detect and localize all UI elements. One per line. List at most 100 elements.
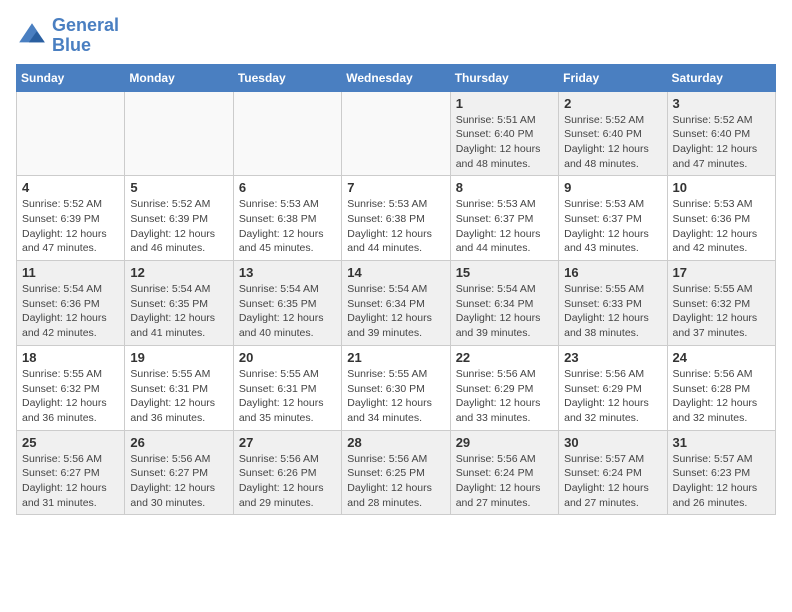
day-info: Sunrise: 5:55 AM Sunset: 6:30 PM Dayligh… bbox=[347, 367, 444, 426]
day-number: 10 bbox=[673, 180, 770, 195]
calendar-cell bbox=[233, 91, 341, 176]
weekday-header-cell: Monday bbox=[125, 64, 233, 91]
day-number: 8 bbox=[456, 180, 553, 195]
day-number: 16 bbox=[564, 265, 661, 280]
calendar-cell bbox=[17, 91, 125, 176]
day-info: Sunrise: 5:54 AM Sunset: 6:34 PM Dayligh… bbox=[456, 282, 553, 341]
day-number: 13 bbox=[239, 265, 336, 280]
day-number: 22 bbox=[456, 350, 553, 365]
day-info: Sunrise: 5:53 AM Sunset: 6:38 PM Dayligh… bbox=[239, 197, 336, 256]
day-number: 30 bbox=[564, 435, 661, 450]
day-number: 4 bbox=[22, 180, 119, 195]
logo: General Blue bbox=[16, 16, 119, 56]
calendar-cell: 29 Sunrise: 5:56 AM Sunset: 6:24 PM Dayli… bbox=[450, 430, 558, 515]
day-info: Sunrise: 5:57 AM Sunset: 6:24 PM Dayligh… bbox=[564, 452, 661, 511]
calendar-cell: 14 Sunrise: 5:54 AM Sunset: 6:34 PM Dayli… bbox=[342, 261, 450, 346]
calendar-cell: 3 Sunrise: 5:52 AM Sunset: 6:40 PM Daylig… bbox=[667, 91, 775, 176]
logo-icon bbox=[16, 20, 48, 52]
day-number: 21 bbox=[347, 350, 444, 365]
calendar-cell: 12 Sunrise: 5:54 AM Sunset: 6:35 PM Dayli… bbox=[125, 261, 233, 346]
day-info: Sunrise: 5:54 AM Sunset: 6:35 PM Dayligh… bbox=[130, 282, 227, 341]
day-number: 17 bbox=[673, 265, 770, 280]
day-number: 25 bbox=[22, 435, 119, 450]
calendar-cell: 30 Sunrise: 5:57 AM Sunset: 6:24 PM Dayli… bbox=[559, 430, 667, 515]
calendar-week-row: 4 Sunrise: 5:52 AM Sunset: 6:39 PM Daylig… bbox=[17, 176, 776, 261]
day-info: Sunrise: 5:51 AM Sunset: 6:40 PM Dayligh… bbox=[456, 113, 553, 172]
calendar-cell: 4 Sunrise: 5:52 AM Sunset: 6:39 PM Daylig… bbox=[17, 176, 125, 261]
calendar-cell: 11 Sunrise: 5:54 AM Sunset: 6:36 PM Dayli… bbox=[17, 261, 125, 346]
calendar-cell: 20 Sunrise: 5:55 AM Sunset: 6:31 PM Dayli… bbox=[233, 345, 341, 430]
weekday-header-cell: Thursday bbox=[450, 64, 558, 91]
day-info: Sunrise: 5:55 AM Sunset: 6:32 PM Dayligh… bbox=[22, 367, 119, 426]
calendar-cell: 17 Sunrise: 5:55 AM Sunset: 6:32 PM Dayli… bbox=[667, 261, 775, 346]
day-number: 24 bbox=[673, 350, 770, 365]
day-number: 5 bbox=[130, 180, 227, 195]
day-info: Sunrise: 5:53 AM Sunset: 6:38 PM Dayligh… bbox=[347, 197, 444, 256]
day-number: 26 bbox=[130, 435, 227, 450]
day-info: Sunrise: 5:53 AM Sunset: 6:37 PM Dayligh… bbox=[456, 197, 553, 256]
calendar-cell: 6 Sunrise: 5:53 AM Sunset: 6:38 PM Daylig… bbox=[233, 176, 341, 261]
calendar-cell: 23Sunrise: 5:56 AM Sunset: 6:29 PM Dayli… bbox=[559, 345, 667, 430]
day-info: Sunrise: 5:57 AM Sunset: 6:23 PM Dayligh… bbox=[673, 452, 770, 511]
calendar-week-row: 11 Sunrise: 5:54 AM Sunset: 6:36 PM Dayli… bbox=[17, 261, 776, 346]
day-info: Sunrise: 5:56 AM Sunset: 6:25 PM Dayligh… bbox=[347, 452, 444, 511]
day-info: Sunrise: 5:54 AM Sunset: 6:34 PM Dayligh… bbox=[347, 282, 444, 341]
calendar-cell: 2 Sunrise: 5:52 AM Sunset: 6:40 PM Daylig… bbox=[559, 91, 667, 176]
day-info: Sunrise: 5:52 AM Sunset: 6:39 PM Dayligh… bbox=[22, 197, 119, 256]
calendar-cell: 16 Sunrise: 5:55 AM Sunset: 6:33 PM Dayli… bbox=[559, 261, 667, 346]
day-number: 7 bbox=[347, 180, 444, 195]
calendar-table: SundayMondayTuesdayWednesdayThursdayFrid… bbox=[16, 64, 776, 516]
calendar-cell: 10 Sunrise: 5:53 AM Sunset: 6:36 PM Dayli… bbox=[667, 176, 775, 261]
header: General Blue bbox=[16, 16, 776, 56]
calendar-cell: 24 Sunrise: 5:56 AM Sunset: 6:28 PM Dayli… bbox=[667, 345, 775, 430]
day-number: 6 bbox=[239, 180, 336, 195]
day-number: 19 bbox=[130, 350, 227, 365]
calendar-cell: 19Sunrise: 5:55 AM Sunset: 6:31 PM Dayli… bbox=[125, 345, 233, 430]
day-number: 14 bbox=[347, 265, 444, 280]
day-info: Sunrise: 5:55 AM Sunset: 6:32 PM Dayligh… bbox=[673, 282, 770, 341]
calendar-week-row: 25Sunrise: 5:56 AM Sunset: 6:27 PM Dayli… bbox=[17, 430, 776, 515]
calendar-cell: 31 Sunrise: 5:57 AM Sunset: 6:23 PM Dayli… bbox=[667, 430, 775, 515]
calendar-cell: 18 Sunrise: 5:55 AM Sunset: 6:32 PM Dayli… bbox=[17, 345, 125, 430]
weekday-header-cell: Tuesday bbox=[233, 64, 341, 91]
day-info: Sunrise: 5:52 AM Sunset: 6:40 PM Dayligh… bbox=[564, 113, 661, 172]
day-number: 23 bbox=[564, 350, 661, 365]
weekday-header-cell: Saturday bbox=[667, 64, 775, 91]
calendar-cell: 22Sunrise: 5:56 AM Sunset: 6:29 PM Dayli… bbox=[450, 345, 558, 430]
day-info: Sunrise: 5:52 AM Sunset: 6:40 PM Dayligh… bbox=[673, 113, 770, 172]
weekday-header-cell: Sunday bbox=[17, 64, 125, 91]
day-info: Sunrise: 5:53 AM Sunset: 6:36 PM Dayligh… bbox=[673, 197, 770, 256]
day-info: Sunrise: 5:55 AM Sunset: 6:31 PM Dayligh… bbox=[239, 367, 336, 426]
day-number: 27 bbox=[239, 435, 336, 450]
calendar-cell bbox=[125, 91, 233, 176]
calendar-cell bbox=[342, 91, 450, 176]
day-info: Sunrise: 5:56 AM Sunset: 6:24 PM Dayligh… bbox=[456, 452, 553, 511]
day-number: 31 bbox=[673, 435, 770, 450]
day-info: Sunrise: 5:53 AM Sunset: 6:37 PM Dayligh… bbox=[564, 197, 661, 256]
day-number: 1 bbox=[456, 96, 553, 111]
day-number: 29 bbox=[456, 435, 553, 450]
day-number: 11 bbox=[22, 265, 119, 280]
weekday-header-cell: Wednesday bbox=[342, 64, 450, 91]
calendar-body: 1 Sunrise: 5:51 AM Sunset: 6:40 PM Daylig… bbox=[17, 91, 776, 515]
day-info: Sunrise: 5:54 AM Sunset: 6:36 PM Dayligh… bbox=[22, 282, 119, 341]
calendar-cell: 21 Sunrise: 5:55 AM Sunset: 6:30 PM Dayli… bbox=[342, 345, 450, 430]
logo-text: General Blue bbox=[52, 16, 119, 56]
day-number: 2 bbox=[564, 96, 661, 111]
day-number: 28 bbox=[347, 435, 444, 450]
day-info: Sunrise: 5:55 AM Sunset: 6:33 PM Dayligh… bbox=[564, 282, 661, 341]
day-number: 18 bbox=[22, 350, 119, 365]
calendar-cell: 13 Sunrise: 5:54 AM Sunset: 6:35 PM Dayli… bbox=[233, 261, 341, 346]
day-info: Sunrise: 5:56 AM Sunset: 6:26 PM Dayligh… bbox=[239, 452, 336, 511]
day-info: Sunrise: 5:56 AM Sunset: 6:28 PM Dayligh… bbox=[673, 367, 770, 426]
calendar-cell: 15Sunrise: 5:54 AM Sunset: 6:34 PM Dayli… bbox=[450, 261, 558, 346]
day-number: 20 bbox=[239, 350, 336, 365]
day-number: 3 bbox=[673, 96, 770, 111]
weekday-header-cell: Friday bbox=[559, 64, 667, 91]
calendar-cell: 7 Sunrise: 5:53 AM Sunset: 6:38 PM Daylig… bbox=[342, 176, 450, 261]
calendar-week-row: 1 Sunrise: 5:51 AM Sunset: 6:40 PM Daylig… bbox=[17, 91, 776, 176]
day-number: 12 bbox=[130, 265, 227, 280]
calendar-week-row: 18 Sunrise: 5:55 AM Sunset: 6:32 PM Dayli… bbox=[17, 345, 776, 430]
day-info: Sunrise: 5:54 AM Sunset: 6:35 PM Dayligh… bbox=[239, 282, 336, 341]
calendar-cell: 9Sunrise: 5:53 AM Sunset: 6:37 PM Daylig… bbox=[559, 176, 667, 261]
